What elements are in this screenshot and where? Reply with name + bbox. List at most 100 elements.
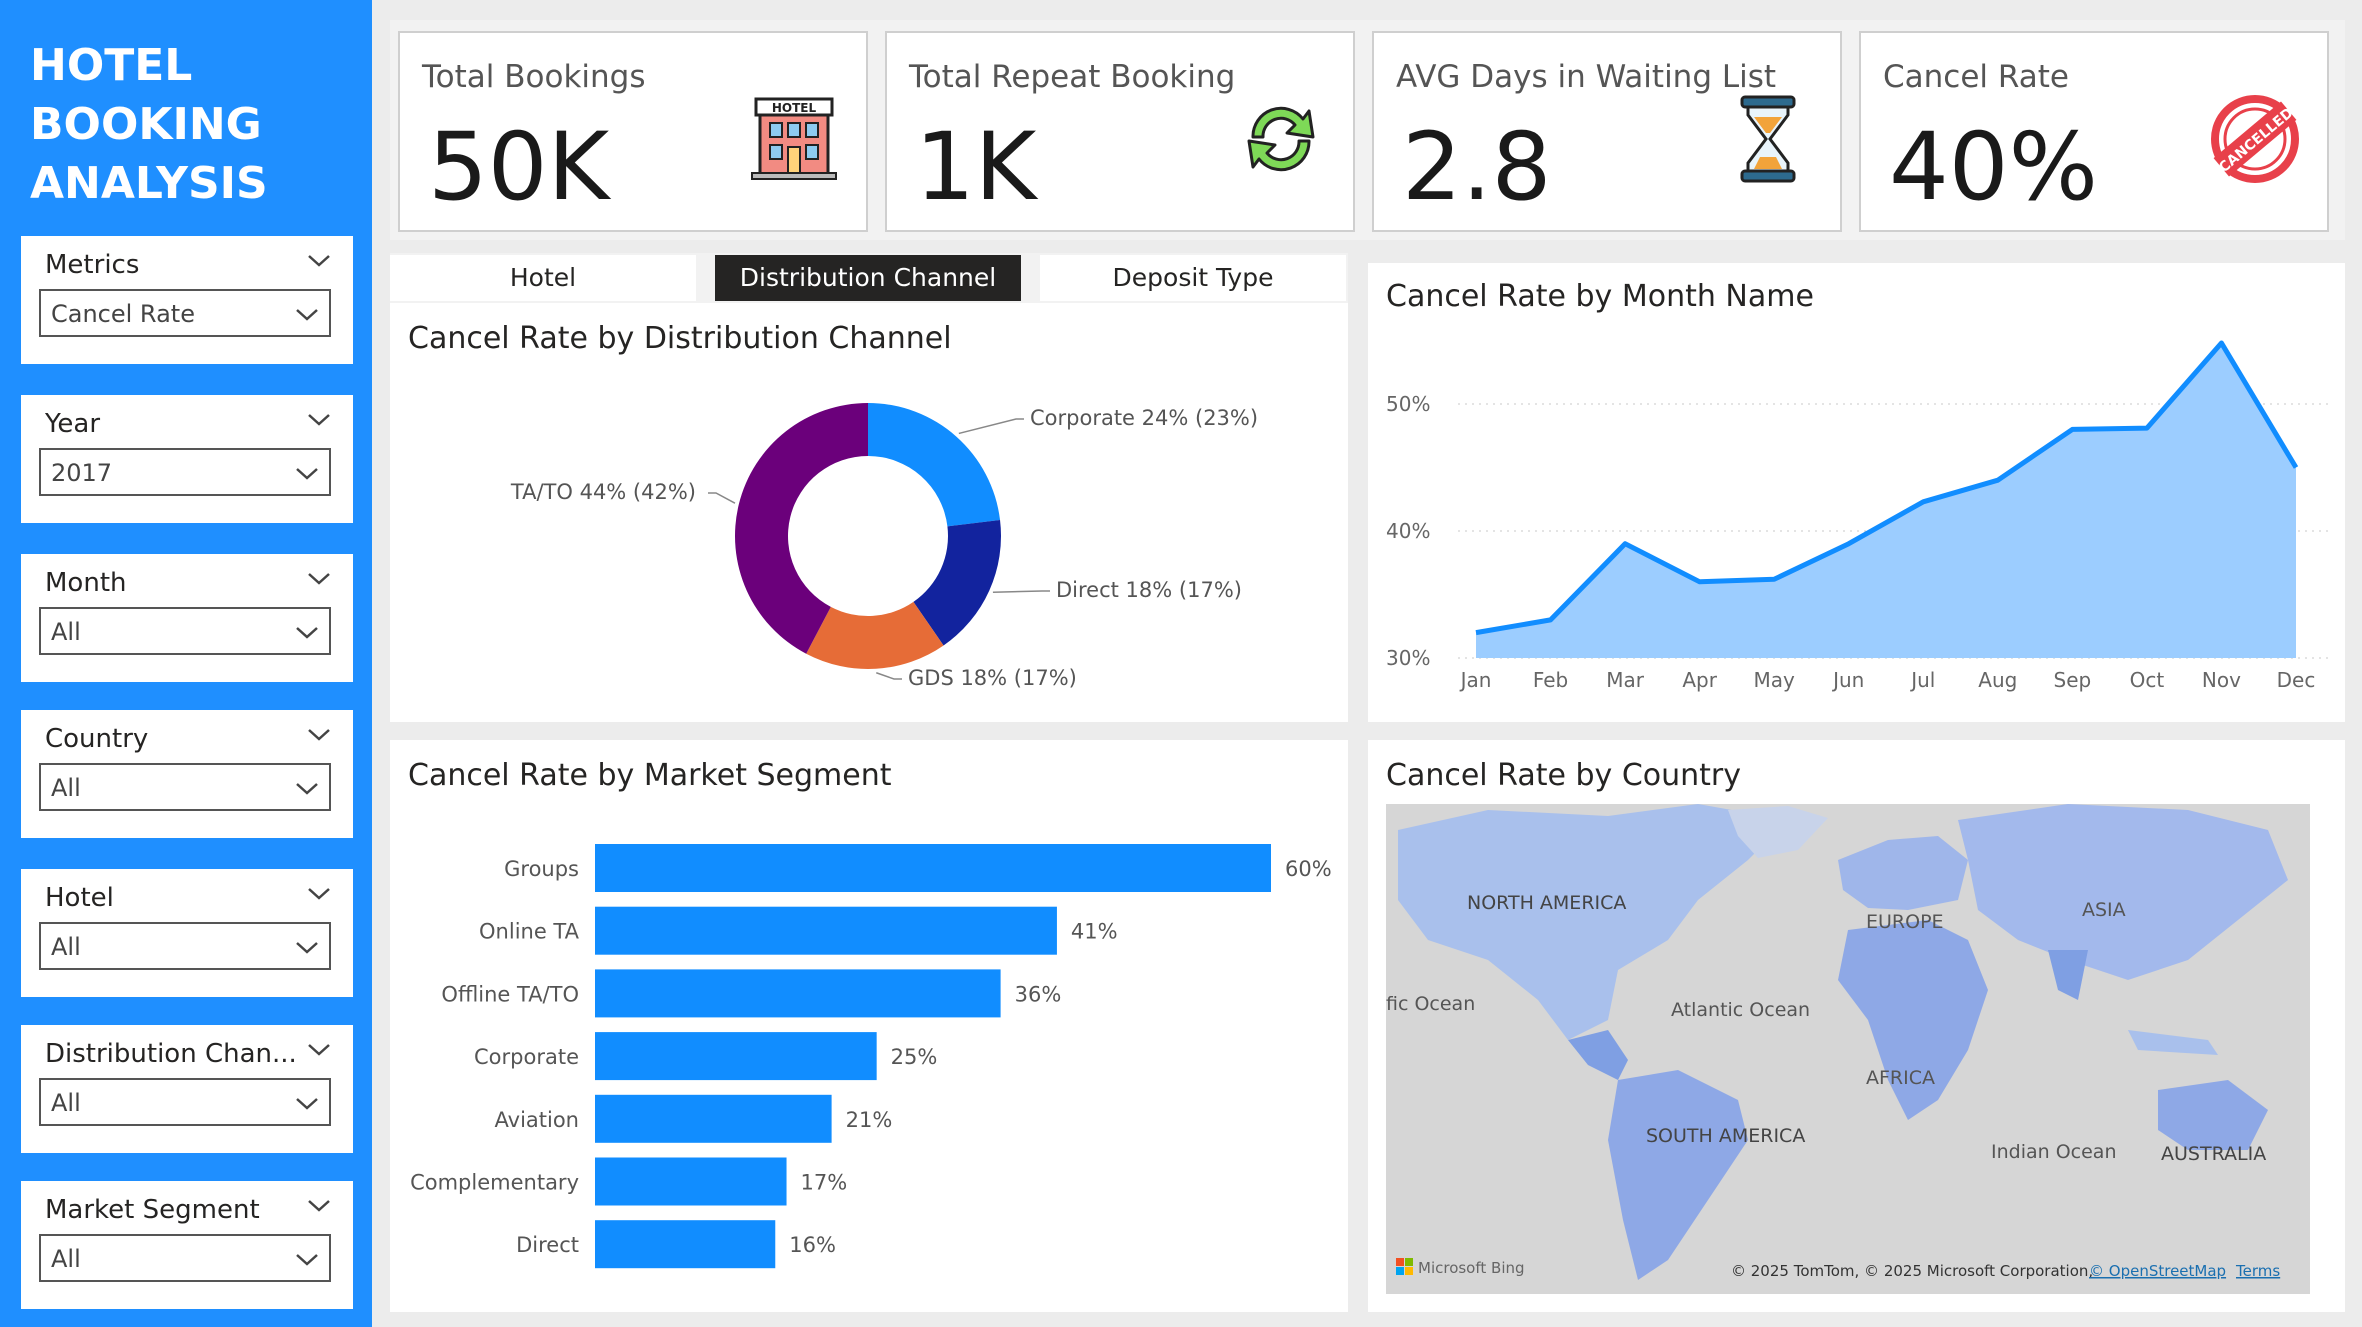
bar-data-label: 21% [846, 1108, 893, 1132]
svg-text:HOTEL: HOTEL [772, 101, 817, 115]
cancelled-stamp-icon: CANCELLED [2207, 91, 2303, 187]
x-tick-label: Oct [2130, 668, 2165, 692]
month-area-chart: 30% 40% 50% Jan Feb Mar Apr May Jun Jul Aug Sep Oct N… [1386, 340, 2328, 692]
bar-data-label: 25% [891, 1045, 938, 1069]
bar-groups[interactable] [595, 844, 1271, 892]
bar-data-label: 41% [1071, 920, 1118, 944]
segment-panel: Cancel Rate by Market Segment Groups 60% O… [390, 740, 1348, 1312]
category-label: Complementary [410, 1171, 579, 1195]
x-tick-label: Jul [1909, 668, 1935, 692]
kpi-card: Total Bookings 50K HOTEL [398, 31, 868, 232]
slicer-selected-value: Cancel Rate [51, 300, 195, 328]
kpi-card: Total Repeat Booking 1K [885, 31, 1355, 232]
y-tick-label: 40% [1386, 519, 1430, 543]
bar-aviation[interactable] [595, 1094, 832, 1143]
bar-data-label: 17% [801, 1171, 848, 1195]
hotel-icon: HOTEL [746, 91, 842, 187]
donut-panel: Cancel Rate by Distribution Channel Corp… [390, 303, 1348, 722]
kpi-value: 40% [1889, 113, 2098, 222]
map-label-pacific: fic Ocean [1386, 993, 1475, 1015]
bar-offline-ta-to[interactable] [595, 969, 1001, 1018]
dropdown-chevron-icon[interactable] [293, 302, 321, 326]
chevron-down-icon[interactable] [305, 722, 333, 746]
kpi-value: 2.8 [1402, 113, 1552, 222]
chevron-down-icon[interactable] [305, 881, 333, 905]
category-label: Aviation [495, 1108, 580, 1132]
donut-chart: Corporate 24% (23%) Direct 18% (17%) GDS 1… [510, 403, 1258, 690]
bar-complementary[interactable] [595, 1157, 787, 1206]
slicer-dropdown[interactable]: 2017 [39, 448, 331, 496]
category-label: Offline TA/TO [441, 982, 579, 1006]
chevron-down-icon[interactable] [305, 566, 333, 590]
bar-direct[interactable] [595, 1220, 776, 1269]
slicer-dropdown[interactable]: All [39, 763, 331, 811]
x-tick-label: Dec [2277, 668, 2316, 692]
map-label-atlantic: Atlantic Ocean [1671, 999, 1810, 1021]
x-tick-label: Sep [2054, 668, 2092, 692]
dropdown-chevron-icon[interactable] [293, 620, 321, 644]
segment-bar-chart: Groups 60% Online TA 41% Offline TA/TO 36% Cor… [410, 844, 1332, 1269]
kpi-label: AVG Days in Waiting List [1396, 59, 1777, 95]
chevron-down-icon[interactable] [305, 407, 333, 431]
slicer-distribution-chan: Distribution Chan... All [21, 1025, 353, 1153]
dropdown-chevron-icon[interactable] [293, 1091, 321, 1115]
donut-leader-line [958, 418, 1024, 435]
x-tick-label: May [1754, 668, 1796, 692]
tab-distribution-channel[interactable]: Distribution Channel [715, 255, 1021, 301]
donut-data-label: TA/TO 44% (42%) [510, 480, 696, 504]
slicer-selected-value: All [51, 618, 81, 646]
slicer-title: Month [45, 568, 127, 598]
slicer-dropdown[interactable]: Cancel Rate [39, 289, 331, 337]
area-fill [1476, 343, 2296, 658]
slicer-title: Year [45, 409, 101, 439]
category-label: Direct [516, 1233, 579, 1257]
donut-leader-line [708, 492, 736, 504]
sidebar: HOTEL BOOKING ANALYSIS Metrics Cancel Rat… [0, 0, 372, 1327]
dropdown-chevron-icon[interactable] [293, 461, 321, 485]
x-tick-label: Aug [1978, 668, 2017, 692]
kpi-value: 50K [428, 113, 610, 222]
slicer-year: Year 2017 [21, 395, 353, 523]
donut-leader-line [876, 672, 902, 680]
donut-data-label: Direct 18% (17%) [1056, 578, 1242, 602]
bar-data-label: 60% [1285, 857, 1332, 881]
donut-data-label: Corporate 24% (23%) [1030, 406, 1258, 430]
bar-corporate[interactable] [595, 1032, 877, 1081]
slicer-selected-value: All [51, 1089, 81, 1117]
map-terms-link[interactable]: Terms [2235, 1262, 2280, 1280]
kpi-card: Cancel Rate 40% CANCELLED [1859, 31, 2329, 232]
map-attribution: © 2025 TomTom, © 2025 Microsoft Corporat… [1731, 1262, 2093, 1280]
dropdown-chevron-icon[interactable] [293, 1247, 321, 1271]
tab-deposit-type[interactable]: Deposit Type [1040, 255, 1346, 301]
slicer-title: Country [45, 724, 149, 754]
map-logo-text: Microsoft Bing [1418, 1259, 1525, 1277]
y-tick-label: 50% [1386, 392, 1430, 416]
slicer-selected-value: All [51, 933, 81, 961]
hourglass-icon [1720, 91, 1816, 187]
slicer-dropdown[interactable]: All [39, 1234, 331, 1282]
slicer-title: Hotel [45, 883, 114, 913]
dropdown-chevron-icon[interactable] [293, 776, 321, 800]
chevron-down-icon[interactable] [305, 1193, 333, 1217]
x-tick-label: Jan [1459, 668, 1492, 692]
x-tick-label: Nov [2202, 668, 2241, 692]
kpi-value: 1K [915, 113, 1037, 222]
x-tick-label: Mar [1606, 668, 1645, 692]
slicer-dropdown[interactable]: All [39, 1078, 331, 1126]
map-osm-link[interactable]: © OpenStreetMap [2089, 1262, 2226, 1280]
country-map[interactable]: NORTH AMERICA EUROPE ASIA AFRICA SOUTH A… [1368, 740, 2345, 1312]
dropdown-chevron-icon[interactable] [293, 935, 321, 959]
bar-online-ta[interactable] [595, 906, 1057, 955]
slicer-month: Month All [21, 554, 353, 682]
kpi-card: AVG Days in Waiting List 2.8 [1372, 31, 1842, 232]
chevron-down-icon[interactable] [305, 1037, 333, 1061]
slicer-selected-value: All [51, 774, 81, 802]
slicer-dropdown[interactable]: All [39, 607, 331, 655]
map-label-australia: AUSTRALIA [2161, 1143, 2266, 1165]
tab-hotel[interactable]: Hotel [390, 255, 696, 301]
y-tick-label: 30% [1386, 646, 1430, 670]
chevron-down-icon[interactable] [305, 248, 333, 272]
kpi-label: Total Bookings [422, 59, 646, 95]
donut-slice-corporate[interactable] [868, 403, 1001, 527]
slicer-dropdown[interactable]: All [39, 922, 331, 970]
